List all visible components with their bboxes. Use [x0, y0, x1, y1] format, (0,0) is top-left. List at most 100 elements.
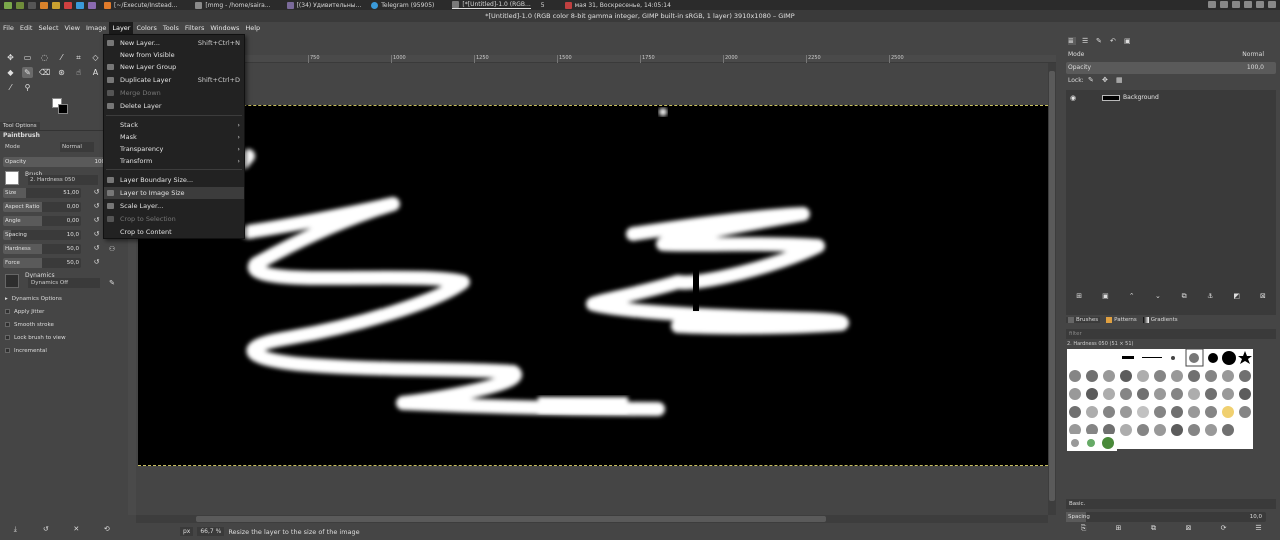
size-slider[interactable]: Size 51,00 [3, 188, 81, 198]
checkbox-incremental[interactable]: Incremental [0, 344, 122, 357]
unit-select[interactable]: px [180, 527, 194, 536]
dynamics-field[interactable]: Dynamics Off [28, 278, 100, 288]
menu-item-transform[interactable]: Transform › [104, 155, 244, 167]
brush-preview[interactable] [5, 171, 19, 185]
new-brush-icon[interactable]: ⊞ [1114, 524, 1123, 536]
fuzzy-select-tool-icon[interactable]: ⁄ [56, 52, 67, 63]
brush-thumb[interactable] [1171, 356, 1175, 360]
open-brush-icon[interactable]: ⎘ [1079, 524, 1088, 536]
mask-icon[interactable]: ◩ [1232, 292, 1241, 304]
apps-icon[interactable] [4, 1, 12, 9]
brush-thumb[interactable] [1122, 356, 1134, 359]
paintbrush-tool-icon[interactable]: ✎ [22, 67, 33, 78]
reset-icon[interactable]: ↺ [92, 230, 101, 239]
editor-icon[interactable] [88, 1, 96, 9]
browser-icon[interactable] [40, 1, 48, 9]
lock-alpha-icon[interactable]: ▦ [1116, 76, 1123, 84]
brush-preset-select[interactable]: Basic. [1066, 499, 1276, 509]
new-group-icon[interactable]: ▣ [1101, 292, 1110, 304]
checkbox-box[interactable] [5, 348, 10, 353]
brush-thumb[interactable] [1222, 351, 1236, 365]
menu-layer[interactable]: Layer [109, 22, 134, 34]
taskbar-item[interactable]: [~/Execute/Instead... [104, 1, 177, 9]
menu-item-stack[interactable]: Stack › [104, 119, 244, 131]
layer-mode-select[interactable]: Normal [1242, 51, 1264, 58]
keyboard-icon[interactable] [1244, 1, 1252, 8]
clock[interactable]: мая 31, Воскресенье, 14:05:14 [564, 1, 671, 9]
telegram-launcher-icon[interactable] [76, 1, 84, 9]
chrome-icon[interactable] [64, 1, 72, 9]
menu-item-scale-layer[interactable]: Scale Layer... [104, 200, 244, 212]
lock-position-icon[interactable]: ✥ [1102, 76, 1108, 84]
tab-tool-options[interactable]: Tool Options [0, 121, 40, 130]
hardness-slider[interactable]: Hardness 50,0 [3, 244, 81, 254]
layers-tab-icon[interactable]: ≣ [1068, 37, 1076, 45]
menu-view[interactable]: View [62, 22, 83, 34]
background-color-swatch[interactable] [58, 104, 68, 114]
restore-options-icon[interactable]: ↺ [41, 524, 51, 534]
brush-menu-icon[interactable]: ☰ [1254, 524, 1263, 536]
spacing-slider[interactable]: Spacing 10,0 [3, 230, 81, 240]
network-icon[interactable] [1208, 1, 1216, 8]
brush-grid-extra[interactable] [1067, 434, 1117, 451]
duplicate-brush-icon[interactable]: ⧉ [1149, 524, 1158, 536]
delete-layer-icon[interactable]: ⊠ [1258, 292, 1267, 304]
brush-pepper-thumb[interactable] [1102, 437, 1114, 449]
brush-name-field[interactable]: 2. Hardness 050 [28, 175, 98, 185]
menu-item-transparency[interactable]: Transparency › [104, 143, 244, 155]
reset-icon[interactable]: ↺ [92, 202, 101, 211]
angle-slider[interactable]: Angle 0,00 [3, 216, 81, 226]
mail-icon[interactable] [52, 1, 60, 9]
menu-item-delete-layer[interactable]: Delete Layer [104, 100, 244, 112]
dynamics-preview[interactable] [5, 274, 19, 288]
checkbox-box[interactable] [5, 309, 10, 314]
link-icon[interactable]: ⚇ [107, 244, 117, 254]
taskbar-item[interactable]: Telegram (95905) [371, 1, 434, 9]
eraser-tool-icon[interactable]: ⌫ [39, 67, 50, 78]
images-tab-icon[interactable]: ▣ [1124, 37, 1132, 45]
brush-thumb-color[interactable] [1222, 406, 1234, 418]
menu-edit[interactable]: Edit [17, 22, 36, 34]
save-options-icon[interactable]: ⤓ [10, 524, 20, 534]
visibility-eye-icon[interactable]: ◉ [1070, 94, 1080, 102]
duplicate-layer-icon[interactable]: ⧉ [1180, 292, 1189, 304]
refresh-brushes-icon[interactable]: ⟳ [1219, 524, 1228, 536]
battery-icon[interactable] [1232, 1, 1240, 8]
checkbox-smooth-stroke[interactable]: Smooth stroke [0, 318, 122, 331]
menu-colors[interactable]: Colors [133, 22, 159, 34]
checkbox-apply-jitter[interactable]: Apply Jitter [0, 305, 122, 318]
tab-brushes[interactable]: Brushes [1066, 316, 1101, 323]
zoom-select[interactable]: 66,7 % [197, 527, 225, 536]
menu-item-layer-boundary-size[interactable]: Layer Boundary Size... [104, 174, 244, 186]
power-icon[interactable] [1268, 1, 1276, 8]
reset-icon[interactable]: ↺ [92, 216, 101, 225]
menu-windows[interactable]: Windows [207, 22, 242, 34]
brush-thumb[interactable] [1142, 357, 1162, 358]
terminal-icon[interactable] [28, 1, 36, 9]
channels-tab-icon[interactable]: ☰ [1082, 37, 1090, 45]
rect-select-tool-icon[interactable]: ▭ [22, 52, 33, 63]
text-tool-icon[interactable]: A [90, 67, 101, 78]
brush-thumb[interactable] [1087, 439, 1095, 447]
menu-item-new-layer[interactable]: New Layer... Shift+Ctrl+N [104, 37, 244, 49]
zoom-tool-icon[interactable]: ⚲ [22, 82, 33, 93]
brush-thumb[interactable] [1208, 353, 1218, 363]
edit-dynamics-icon[interactable]: ✎ [107, 278, 117, 288]
menu-item-new-from-visible[interactable]: New from Visible [104, 49, 244, 61]
delete-options-icon[interactable]: ✕ [71, 524, 81, 534]
checkbox-box[interactable] [5, 335, 10, 340]
brush-spacing-slider[interactable]: Spacing 10,0 [1066, 512, 1266, 522]
brush-filter-input[interactable]: filter [1066, 329, 1276, 339]
volume-icon[interactable] [1220, 1, 1228, 8]
layer-row[interactable]: ◉ Background [1066, 92, 1276, 103]
bucket-fill-tool-icon[interactable]: ◆ [5, 67, 16, 78]
force-slider[interactable]: Force 50,0 [3, 258, 81, 268]
taskbar-item-gimp[interactable]: [*[Untitled]-1.0 (RGB... [452, 1, 531, 9]
horizontal-scrollbar[interactable] [136, 515, 1048, 523]
indicator[interactable]: 5 [541, 2, 545, 9]
menu-image[interactable]: Image [83, 22, 109, 34]
tab-gradients[interactable]: Gradients [1142, 316, 1178, 323]
tab-patterns[interactable]: Patterns [1106, 316, 1137, 323]
aspect-slider[interactable]: Aspect Ratio 0,00 [3, 202, 81, 212]
image-canvas[interactable] [138, 105, 1048, 466]
